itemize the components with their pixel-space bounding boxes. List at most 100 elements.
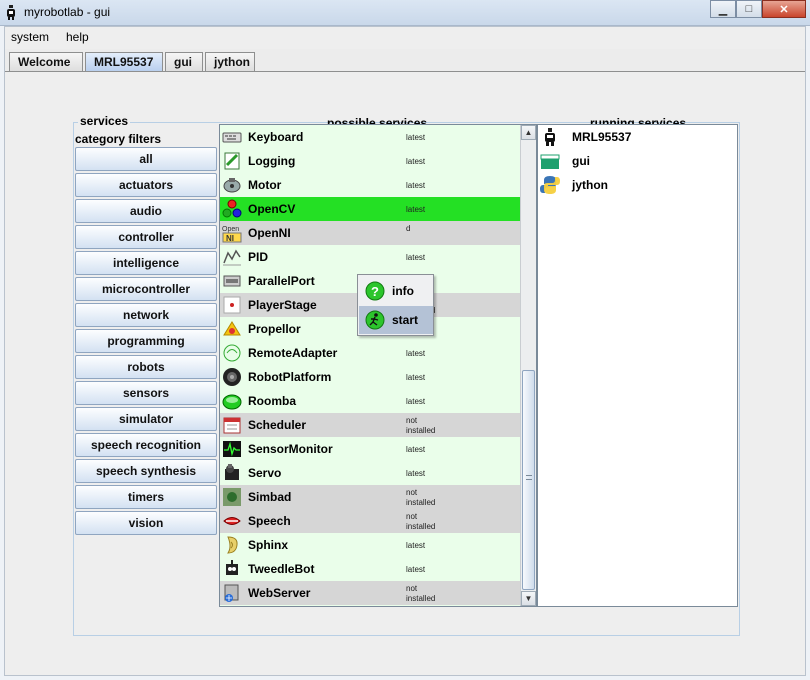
service-status-line: installed	[406, 594, 436, 603]
service-status-line: latest	[406, 181, 426, 190]
service-status-line: installed	[406, 498, 436, 507]
service-status: latest	[406, 181, 425, 191]
close-button[interactable]: ✕	[762, 0, 806, 18]
service-status: latest	[406, 541, 425, 551]
service-row-webserver[interactable]: WebServer not installed	[220, 581, 520, 605]
service-status-line: latest	[406, 397, 426, 406]
maximize-button[interactable]: □	[736, 0, 762, 18]
motor-icon	[223, 178, 241, 193]
service-status: notinstalled	[406, 488, 435, 508]
service-row-tweedlebot[interactable]: TweedleBot latest	[220, 557, 520, 581]
context-menu-label: info	[392, 284, 414, 298]
scroll-down-arrow-icon[interactable]: ▼	[521, 591, 536, 606]
running-service-gui[interactable]: gui	[538, 149, 737, 173]
service-status-line: not	[406, 512, 418, 521]
parallelport-icon	[223, 275, 241, 287]
tab-welcome[interactable]: Welcome	[9, 52, 83, 71]
category-filter-audio[interactable]: audio	[75, 199, 217, 223]
service-status-line: not	[406, 416, 418, 425]
scroll-up-arrow-icon[interactable]: ▲	[521, 125, 536, 140]
service-name: Logging	[248, 154, 296, 168]
service-status-line: latest	[406, 373, 426, 382]
service-name: Propellor	[248, 322, 301, 336]
service-row-opencv[interactable]: OpenCV latest	[220, 197, 520, 221]
category-filter-vision[interactable]: vision	[75, 511, 217, 535]
service-row-sensormonitor[interactable]: SensorMonitor latest	[220, 437, 520, 461]
grip-icon	[526, 475, 532, 480]
service-row-robotplatform[interactable]: RobotPlatform latest	[220, 365, 520, 389]
mrl-robot-icon	[7, 5, 15, 20]
service-status-line: latest	[406, 349, 426, 358]
service-name: SensorMonitor	[248, 442, 333, 456]
menu-system[interactable]: system	[11, 30, 49, 44]
category-filter-robots[interactable]: robots	[75, 355, 217, 379]
category-filter-actuators[interactable]: actuators	[75, 173, 217, 197]
menu-help[interactable]: help	[66, 30, 89, 44]
running-services-list[interactable]: MRL95537 gui jython	[537, 124, 738, 607]
category-filter-speech-recognition[interactable]: speech recognition	[75, 433, 217, 457]
remoteadapter-icon	[223, 344, 241, 362]
running-service-name: MRL95537	[572, 130, 632, 144]
playerstage-icon	[223, 296, 241, 314]
category-filter-timers[interactable]: timers	[75, 485, 217, 509]
running-service-mrl95537[interactable]: MRL95537	[538, 125, 737, 149]
svg-text:?: ?	[371, 284, 379, 299]
service-row-keyboard[interactable]: Keyboard latest	[220, 125, 520, 149]
scrollbar-thumb[interactable]	[522, 370, 535, 590]
possible-services-scrollbar[interactable]: ▲ ▼	[520, 125, 536, 606]
category-filter-network[interactable]: network	[75, 303, 217, 327]
service-status-line: latest	[406, 205, 426, 214]
service-status: notinstalled	[406, 584, 435, 604]
start-runner-icon	[365, 310, 385, 330]
service-row-motor[interactable]: Motor latest	[220, 173, 520, 197]
service-row-simbad[interactable]: Simbad not installed	[220, 485, 520, 509]
window-title: myrobotlab - gui	[24, 5, 111, 19]
category-filter-speech-synthesis[interactable]: speech synthesis	[75, 459, 217, 483]
category-filter-intelligence[interactable]: intelligence	[75, 251, 217, 275]
svg-text:NI: NI	[226, 234, 234, 243]
category-filter-microcontroller[interactable]: microcontroller	[75, 277, 217, 301]
service-status: latest	[406, 253, 425, 263]
running-service-jython[interactable]: jython	[538, 173, 737, 197]
tab-jython[interactable]: jython	[205, 52, 255, 71]
info-question-icon: ?	[365, 281, 385, 301]
service-row-openni[interactable]: Open NI OpenNI d	[220, 221, 520, 245]
tab-gui[interactable]: gui	[165, 52, 203, 71]
service-row-speech[interactable]: Speech not installed	[220, 509, 520, 533]
service-row-roomba[interactable]: Roomba latest	[220, 389, 520, 413]
category-filter-all[interactable]: all	[75, 147, 217, 171]
category-filter-sensors[interactable]: sensors	[75, 381, 217, 405]
service-status-line: latest	[406, 445, 426, 454]
service-status-line: latest	[406, 157, 426, 166]
tab-mrl95537[interactable]: MRL95537	[85, 52, 163, 71]
service-status: latest	[406, 445, 425, 455]
service-status: latest	[406, 205, 425, 215]
service-row-scheduler[interactable]: Scheduler not installed	[220, 413, 520, 437]
category-filter-controller[interactable]: controller	[75, 225, 217, 249]
sensormonitor-icon	[223, 441, 241, 457]
speech-icon	[223, 517, 241, 525]
service-status-line: not	[406, 488, 418, 497]
service-status-line: installed	[406, 522, 436, 531]
service-name: OpenCV	[248, 202, 296, 216]
context-menu-info[interactable]: ? info	[359, 277, 433, 305]
service-row-remoteadapter[interactable]: RemoteAdapter latest	[220, 341, 520, 365]
tab-bar: Welcome MRL95537 gui jython	[9, 52, 257, 72]
service-status: latest	[406, 397, 425, 407]
service-row-pid[interactable]: PID latest	[220, 245, 520, 269]
roomba-icon	[222, 394, 242, 410]
category-filter-programming[interactable]: programming	[75, 329, 217, 353]
service-name: Simbad	[248, 490, 292, 504]
service-row-logging[interactable]: Logging latest	[220, 149, 520, 173]
service-row-sphinx[interactable]: Sphinx latest	[220, 533, 520, 557]
window-titlebar: myrobotlab - gui ▁ □ ✕	[0, 0, 810, 26]
service-context-menu: ? info start	[357, 274, 434, 336]
category-filter-simulator[interactable]: simulator	[75, 407, 217, 431]
context-menu-start[interactable]: start	[359, 306, 433, 334]
service-status: latest	[406, 157, 425, 167]
service-name: Sphinx	[248, 538, 289, 552]
service-row-servo[interactable]: Servo latest	[220, 461, 520, 485]
possible-services-list[interactable]: Keyboard latest Logging latest Motor latest Op…	[219, 124, 537, 607]
minimize-button[interactable]: ▁	[710, 0, 736, 18]
service-name: Scheduler	[248, 418, 307, 432]
